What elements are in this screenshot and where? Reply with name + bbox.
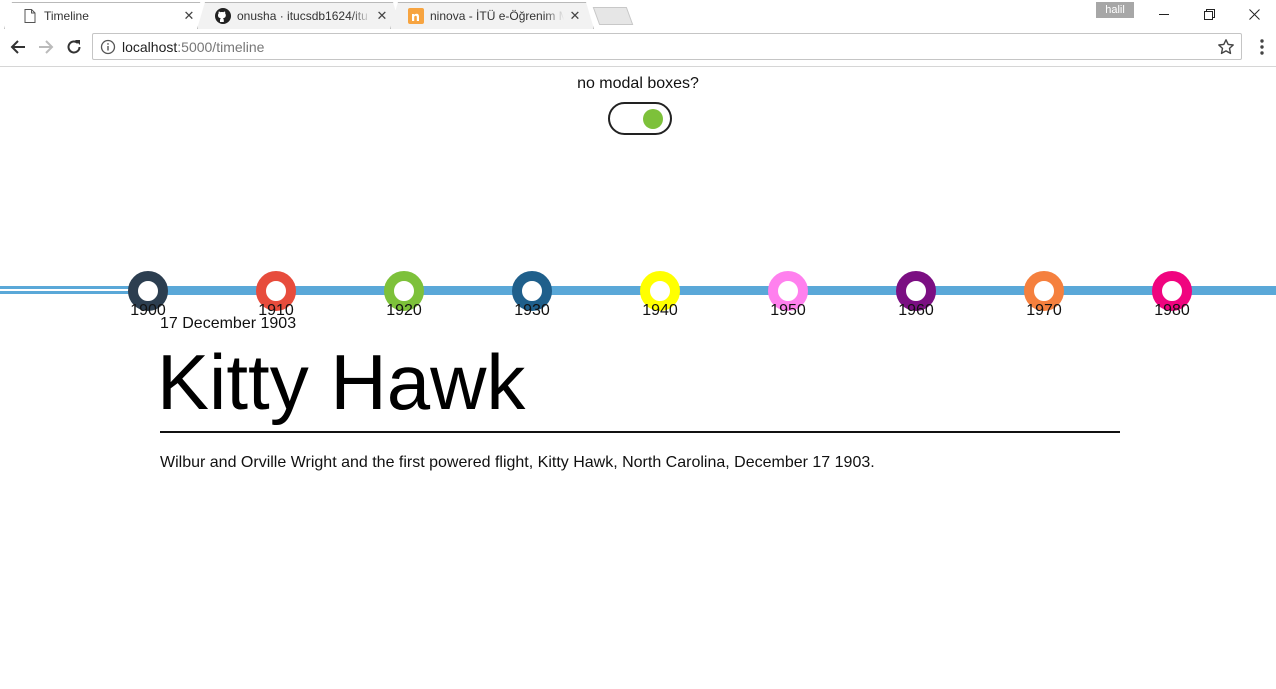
ninova-icon <box>408 7 424 24</box>
tab-title: onusha · itucsdb1624/itu <box>237 8 368 23</box>
timeline-rail-start <box>0 286 130 294</box>
reload-icon[interactable] <box>64 37 84 57</box>
restore-icon[interactable] <box>1186 0 1232 28</box>
url-host: localhost <box>122 38 178 55</box>
timeline-year-label: 1980 <box>1154 302 1190 319</box>
profile-badge[interactable]: halil <box>1096 2 1134 18</box>
page-content: no modal boxes? 1900 1910 1920 1930 1940 1950… <box>0 67 1276 689</box>
info-icon[interactable] <box>100 39 116 55</box>
timeline-year-label: 1920 <box>386 302 422 319</box>
close-window-icon[interactable] <box>1231 0 1276 28</box>
minimize-icon[interactable] <box>1141 0 1187 28</box>
event-description: Wilbur and Orville Wright and the first … <box>160 454 875 471</box>
github-icon <box>215 7 231 24</box>
timeline-year-label: 1930 <box>514 302 550 319</box>
tab-title: Timeline <box>44 8 89 23</box>
event-title: Kitty Hawk <box>157 338 526 426</box>
tab-ninova[interactable]: ninova - İTÜ e-Öğrenim M ✕ <box>390 2 594 29</box>
toggle-knob <box>643 109 663 129</box>
timeline-year-label: 1950 <box>770 302 806 319</box>
close-icon[interactable]: ✕ <box>375 8 389 23</box>
timeline-year-label: 1960 <box>898 302 934 319</box>
timeline-year-label: 1940 <box>642 302 678 319</box>
tab-github[interactable]: onusha · itucsdb1624/itu ✕ <box>197 2 401 29</box>
modal-toggle-switch[interactable] <box>608 102 672 135</box>
tab-title: ninova - İTÜ e-Öğrenim M <box>430 8 564 23</box>
url-path: :5000/timeline <box>177 38 265 55</box>
back-arrow-icon[interactable] <box>8 37 28 57</box>
address-bar[interactable]: localhost:5000/timeline <box>92 33 1242 60</box>
close-icon[interactable]: ✕ <box>182 8 196 23</box>
forward-arrow-icon[interactable] <box>36 37 56 57</box>
close-icon[interactable]: ✕ <box>568 8 582 23</box>
event-divider <box>160 431 1120 433</box>
menu-kebab-icon[interactable] <box>1254 38 1270 56</box>
new-tab-button[interactable] <box>592 7 634 25</box>
bookmark-star-icon[interactable] <box>1217 38 1235 56</box>
timeline-rail <box>130 286 1276 295</box>
timeline-year-label: 1970 <box>1026 302 1062 319</box>
tab-timeline[interactable]: Timeline ✕ <box>4 2 208 29</box>
event-date: 17 December 1903 <box>160 315 297 332</box>
page-icon <box>22 8 38 24</box>
tab-strip: Timeline ✕ onusha · itucsdb1624/itu ✕ ni… <box>0 0 1276 29</box>
browser-toolbar: localhost:5000/timeline <box>0 29 1276 67</box>
toggle-label: no modal boxes? <box>577 75 699 92</box>
